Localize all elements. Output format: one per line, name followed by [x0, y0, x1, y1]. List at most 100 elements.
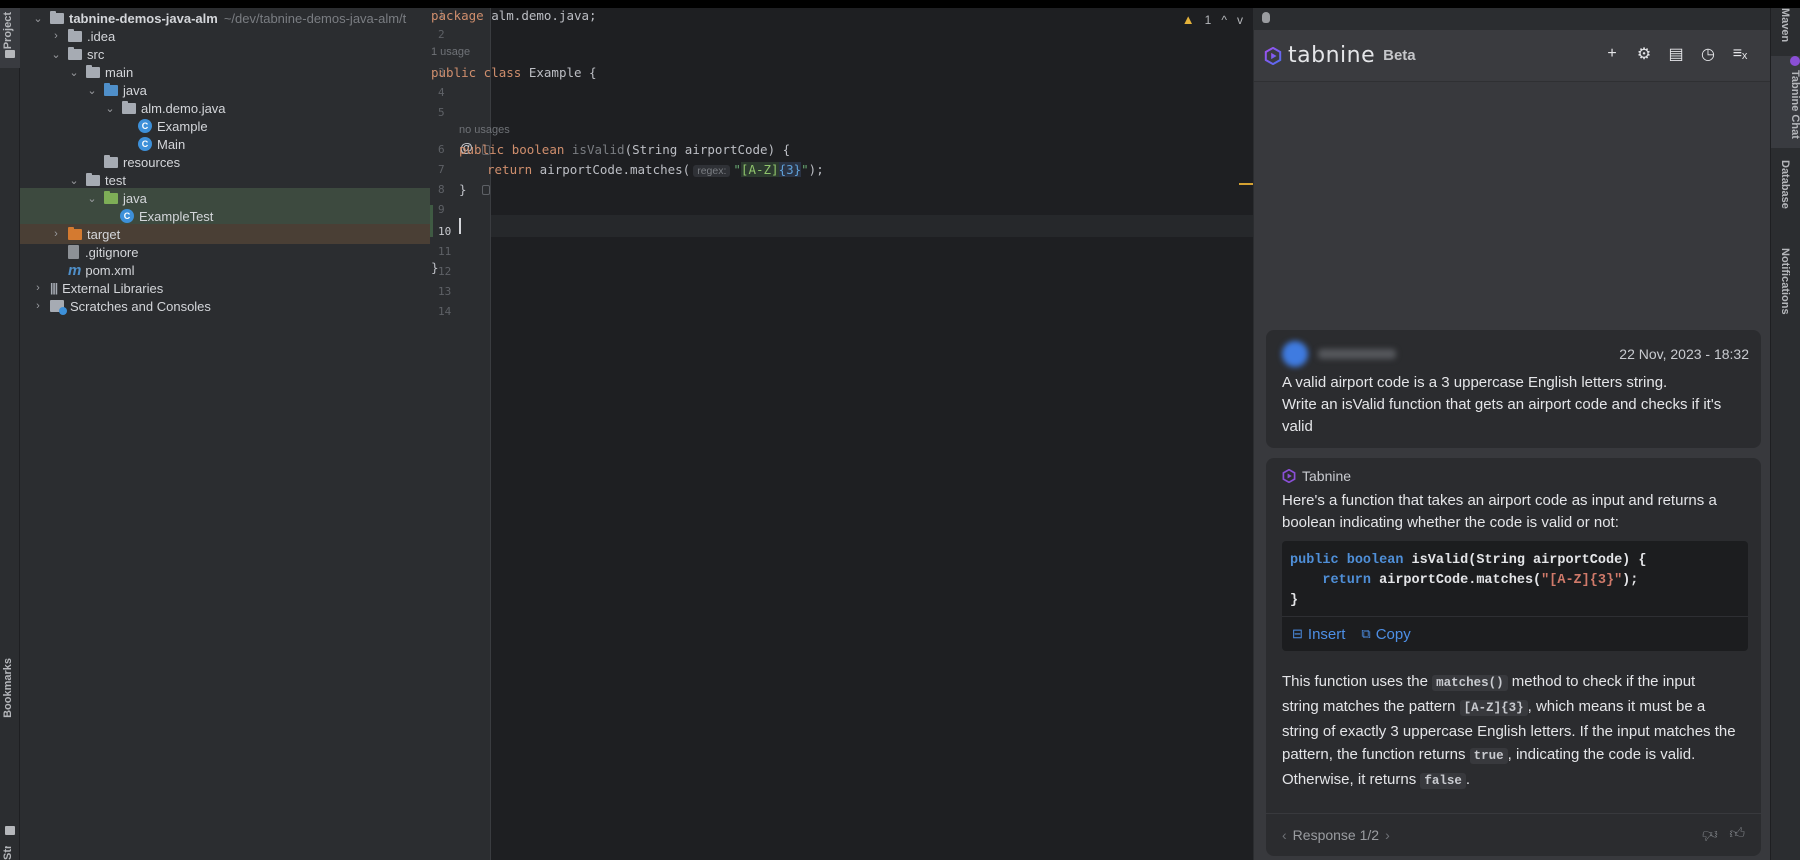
chevron-down-icon[interactable]: ⌄	[68, 174, 80, 187]
copy-button[interactable]: ⧉ Copy	[1361, 626, 1410, 643]
new-chat-icon[interactable]: +	[1603, 45, 1621, 63]
clear-conversation-icon[interactable]: ≡ₓ	[1731, 45, 1749, 63]
line-number: 4	[438, 86, 445, 99]
editor-inspection-status[interactable]: ▲ 1 ^ v	[1182, 12, 1243, 27]
chevron-down-icon[interactable]: ⌄	[86, 192, 98, 205]
warning-count: 1	[1204, 12, 1212, 27]
tabnine-wordmark: tabnine	[1288, 43, 1376, 68]
resources-folder-icon	[104, 154, 118, 168]
notifications-tool-tab[interactable]: Notifications	[1779, 248, 1791, 315]
user-message: 22 Nov, 2023 - 18:32 A valid airport cod…	[1266, 330, 1761, 448]
chevron-right-icon[interactable]: ›	[50, 30, 62, 42]
tree-item-label: java	[123, 190, 147, 206]
tree-item-exampletest[interactable]: C ExampleTest	[20, 206, 430, 226]
method-usage-hint[interactable]: no usages	[459, 124, 510, 136]
response-line: string matches the pattern [A-Z]{3}, whi…	[1282, 698, 1706, 716]
folder-icon	[68, 46, 82, 60]
bug-icon[interactable]	[1262, 12, 1270, 23]
chevron-down-icon[interactable]: ⌄	[32, 12, 44, 25]
tree-item-external-libraries[interactable]: › ||| External Libraries	[20, 278, 430, 298]
line-number: 13	[438, 285, 452, 298]
response-code-block[interactable]: public boolean isValid(String airportCod…	[1282, 541, 1748, 651]
chevron-down-icon[interactable]: ⌄	[86, 84, 98, 97]
chevron-right-icon[interactable]: ›	[50, 228, 62, 240]
tree-root[interactable]: ⌄ tabnine-demos-java-alm ~/dev/tabnine-d…	[20, 8, 430, 28]
tree-item-main[interactable]: ⌄ main	[20, 62, 430, 82]
warning-stripe-marker[interactable]	[1239, 183, 1253, 185]
chat-header: tabnine Beta + ⚙ ▤ ◷ ≡ₓ	[1254, 30, 1771, 82]
chat-tool-header	[1254, 8, 1771, 30]
response-line: pattern, the function returns true, indi…	[1282, 746, 1696, 764]
next-response-button[interactable]: ›	[1385, 827, 1390, 843]
folder-icon	[5, 50, 15, 58]
tree-item-src[interactable]: ⌄ src	[20, 44, 430, 64]
tree-item-gitignore[interactable]: .gitignore	[20, 242, 430, 262]
project-tool-tab[interactable]: Project	[0, 8, 20, 68]
chevron-down-icon[interactable]: ⌄	[50, 48, 62, 61]
response-author: Tabnine	[1302, 468, 1352, 484]
chat-header-actions: + ⚙ ▤ ◷ ≡ₓ	[1603, 44, 1749, 64]
tree-item-label: Scratches and Consoles	[70, 298, 211, 314]
tree-item-label: alm.demo.java	[141, 100, 226, 116]
tree-item-main-class[interactable]: C Main	[20, 134, 430, 154]
line-number: 5	[438, 106, 445, 119]
tree-item-main-java[interactable]: ⌄ java	[20, 80, 430, 100]
previous-response-button[interactable]: ‹	[1282, 827, 1287, 843]
database-tool-tab[interactable]: Database	[1779, 160, 1791, 209]
tabnine-icon	[1790, 56, 1800, 66]
class-usage-hint[interactable]: 1 usage	[431, 46, 470, 58]
insert-button[interactable]: ⊟ Insert	[1292, 626, 1345, 643]
tabnine-logo-icon	[1282, 469, 1296, 483]
vcs-change-marker[interactable]	[430, 205, 433, 237]
tree-item-test-java[interactable]: ⌄ java	[20, 188, 430, 208]
tree-item-label: src	[87, 46, 105, 62]
tree-item-label: Example	[157, 118, 208, 134]
folder-icon	[68, 28, 82, 42]
thumbs-up-icon[interactable]: 👍︎	[1729, 825, 1745, 843]
tree-item-label: test	[105, 172, 126, 188]
code-line-6: public boolean isValid(String airportCod…	[459, 142, 791, 157]
maven-tool-tab[interactable]: Maven	[1779, 8, 1791, 48]
chevron-right-icon[interactable]: ›	[32, 282, 44, 294]
tree-item-idea[interactable]: › .idea	[20, 26, 430, 46]
next-highlight-button[interactable]: v	[1237, 13, 1243, 27]
bookmarks-tool-tab[interactable]: Bookmarks	[2, 658, 14, 718]
settings-gear-icon[interactable]: ⚙	[1635, 44, 1653, 64]
tree-item-label: target	[87, 226, 121, 242]
tree-item-test[interactable]: ⌄ test	[20, 170, 430, 190]
line-number: 12	[438, 265, 452, 278]
tree-item-pom[interactable]: m pom.xml	[20, 260, 430, 280]
history-clock-icon[interactable]: ◷	[1699, 44, 1717, 64]
tree-item-package[interactable]: ⌄ alm.demo.java	[20, 98, 430, 118]
previous-highlight-button[interactable]: ^	[1221, 13, 1227, 27]
tree-item-label: Main	[157, 136, 186, 152]
tree-item-target[interactable]: › target	[20, 224, 430, 244]
line-number: 11	[438, 245, 452, 258]
parameter-hint: regex:	[693, 165, 731, 177]
feedback-message-icon[interactable]: ▤	[1667, 44, 1685, 64]
user-name-redacted	[1318, 349, 1396, 359]
thumbs-down-icon[interactable]: 👍︎	[1702, 825, 1718, 843]
left-tool-strip: Project Bookmarks Structure	[0, 8, 20, 860]
chevron-down-icon[interactable]: ⌄	[104, 102, 116, 115]
tree-item-example[interactable]: C Example	[20, 116, 430, 136]
tabnine-chat-panel: tabnine Beta + ⚙ ▤ ◷ ≡ₓ 22 Nov, 2023 - 1…	[1253, 8, 1771, 860]
code-editor[interactable]: package alm.demo.java; 1 usage public cl…	[431, 8, 1254, 860]
fold-icon[interactable]	[482, 185, 490, 195]
tree-item-label: .gitignore	[85, 244, 139, 260]
tree-item-resources[interactable]: resources	[20, 152, 430, 172]
user-message-line: valid	[1282, 418, 1313, 435]
message-timestamp: 22 Nov, 2023 - 18:32	[1619, 346, 1749, 362]
chevron-right-icon[interactable]: ›	[32, 300, 44, 312]
tree-item-scratches[interactable]: › Scratches and Consoles	[20, 296, 430, 316]
tree-item-label: ExampleTest	[139, 208, 214, 224]
project-panel: ⌄ tabnine-demos-java-alm ~/dev/tabnine-d…	[20, 8, 430, 860]
response-line: Here's a function that takes an airport …	[1282, 492, 1717, 509]
structure-tool-tab[interactable]: Structure	[2, 846, 14, 860]
line-number-current: 10	[438, 225, 452, 238]
chevron-down-icon[interactable]: ⌄	[68, 66, 80, 79]
line-number: 2	[438, 28, 445, 41]
tabnine-logo-icon	[1264, 46, 1282, 65]
code-block-actions: ⊟ Insert ⧉ Copy	[1282, 616, 1748, 651]
tabnine-chat-tool-tab[interactable]: Tabnine Chat	[1771, 56, 1800, 148]
